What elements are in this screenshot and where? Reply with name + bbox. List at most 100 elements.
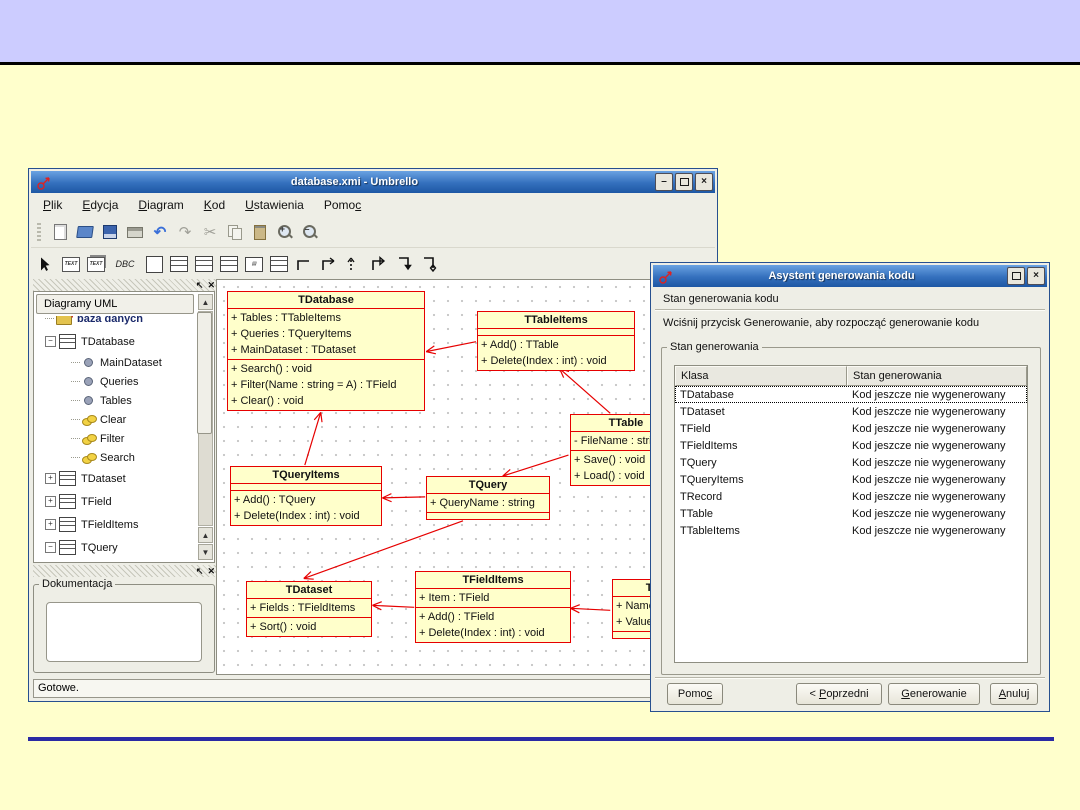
- expander-minus-icon[interactable]: −: [45, 542, 56, 553]
- expander-minus-icon[interactable]: −: [45, 336, 56, 347]
- dock-float-icon[interactable]: ↖: [196, 567, 204, 576]
- generation-table-rows: TDatabaseKod jeszcze nie wygenerowanyTDa…: [675, 386, 1027, 539]
- help-button[interactable]: Pomoc: [667, 683, 723, 705]
- tree-item-queries[interactable]: Queries: [37, 372, 196, 391]
- generation-table[interactable]: KlasaStan generowania TDatabaseKod jeszc…: [674, 365, 1028, 663]
- class-operations-section: + Sort() : void: [247, 618, 371, 636]
- dock-close-icon[interactable]: ✕: [207, 281, 215, 290]
- maximize-button[interactable]: [1007, 267, 1025, 285]
- diagram-canvas[interactable]: TDatabase+ Tables : TTableItems+ Queries…: [216, 279, 715, 675]
- back-button[interactable]: < Poprzedni: [796, 683, 882, 705]
- table-row-trecord[interactable]: TRecordKod jeszcze nie wygenerowany: [675, 488, 1027, 505]
- tree-item-tquery[interactable]: −TQuery: [37, 536, 196, 559]
- table-row-tdataset[interactable]: TDatasetKod jeszcze nie wygenerowany: [675, 403, 1027, 420]
- tree-item-maindataset[interactable]: MainDataset: [37, 353, 196, 372]
- print-icon[interactable]: [126, 223, 144, 241]
- association-tool-icon[interactable]: [295, 255, 313, 273]
- tree-item-tdatabase[interactable]: −TDatabase: [37, 330, 196, 353]
- menu-pomoc[interactable]: Pomoc: [324, 198, 361, 212]
- table-row-ttable[interactable]: TTableKod jeszcze nie wygenerowany: [675, 505, 1027, 522]
- uml-class-ttableitems[interactable]: TTableItems+ Add() : TTable+ Delete(Inde…: [477, 311, 635, 371]
- tree-header-diagramy-uml[interactable]: Diagramy UML: [36, 294, 194, 314]
- table-row-tfielditems[interactable]: TFieldItemsKod jeszcze nie wygenerowany: [675, 437, 1027, 454]
- expander-plus-icon[interactable]: +: [45, 473, 56, 484]
- toolbar-grip[interactable]: [37, 223, 41, 241]
- documentation-textarea[interactable]: [46, 602, 202, 662]
- dialog-titlebar[interactable]: Asystent generowania kodu ×: [653, 265, 1047, 287]
- expander-plus-icon[interactable]: +: [45, 519, 56, 530]
- class-ops-tool-icon[interactable]: [220, 255, 238, 273]
- text-tool-icon[interactable]: TEXT: [62, 255, 80, 273]
- generate-button[interactable]: Generowanie: [888, 683, 980, 705]
- menu-kod[interactable]: Kod: [204, 198, 225, 212]
- table-row-tdatabase[interactable]: TDatabaseKod jeszcze nie wygenerowany: [675, 386, 1027, 403]
- undo-icon[interactable]: ↶: [151, 223, 169, 241]
- uml-class-tquery[interactable]: TQuery+ QueryName : string: [426, 476, 550, 520]
- note-tool-icon[interactable]: TEXT: [87, 255, 105, 273]
- open-file-icon[interactable]: [76, 223, 94, 241]
- class-member: + Tables : TTableItems: [228, 310, 424, 326]
- zoom-in-icon[interactable]: +: [276, 223, 294, 241]
- zoom-out-icon[interactable]: –: [301, 223, 319, 241]
- tree-item-filter[interactable]: Filter: [37, 429, 196, 448]
- tree-item-tdataset[interactable]: +TDataset: [37, 467, 196, 490]
- tree-item-tfielditems[interactable]: +TFieldItems: [37, 513, 196, 536]
- uml-class-tfielditems[interactable]: TFieldItems+ Item : TField+ Add() : TFie…: [415, 571, 571, 643]
- dock-float-icon[interactable]: ↖: [196, 281, 204, 290]
- scroll-down-button[interactable]: ▼: [198, 544, 213, 560]
- table-row-ttableitems[interactable]: TTableItemsKod jeszcze nie wygenerowany: [675, 522, 1027, 539]
- class-tool-icon[interactable]: [170, 255, 188, 273]
- class-name-cell: TQueryItems: [675, 474, 847, 486]
- column-header-klasa[interactable]: Klasa: [675, 366, 847, 386]
- copy-icon[interactable]: [226, 223, 244, 241]
- umbrello-logo-icon: [658, 268, 675, 285]
- select-tool-icon[interactable]: [37, 255, 55, 273]
- tree-item-baza-danych[interactable]: baza danych: [37, 316, 196, 330]
- tree-item-tfield[interactable]: +TField: [37, 490, 196, 513]
- uniassociation-tool-icon[interactable]: [320, 255, 338, 273]
- maximize-button[interactable]: [675, 173, 693, 191]
- tree-scrollbar-thumb[interactable]: [197, 312, 212, 434]
- box-tool-icon[interactable]: [145, 255, 163, 273]
- close-button[interactable]: ×: [695, 173, 713, 191]
- composition-tool-icon[interactable]: [395, 255, 413, 273]
- close-button[interactable]: ×: [1027, 267, 1045, 285]
- menu-ustawienia[interactable]: Ustawienia: [245, 198, 304, 212]
- enum-tool-icon[interactable]: [270, 255, 288, 273]
- tree-item-tables[interactable]: Tables: [37, 391, 196, 410]
- attribute-icon: [84, 358, 93, 367]
- scroll-up-button-2[interactable]: ▲: [198, 527, 213, 543]
- menu-plik[interactable]: Plik: [43, 198, 62, 212]
- uml-class-tdatabase[interactable]: TDatabase+ Tables : TTableItems+ Queries…: [227, 291, 425, 411]
- cut-icon[interactable]: ✂: [201, 223, 219, 241]
- tree-item-clear[interactable]: Clear: [37, 410, 196, 429]
- docs-dock-handle[interactable]: ↖ ✕: [33, 565, 218, 577]
- class-name: TFieldItems: [416, 572, 570, 589]
- redo-icon[interactable]: ↷: [176, 223, 194, 241]
- interface-tool-icon[interactable]: ▤: [245, 255, 263, 273]
- dependency-tool-icon[interactable]: [345, 255, 363, 273]
- uml-class-tdataset[interactable]: TDataset+ Fields : TFieldItems+ Sort() :…: [246, 581, 372, 637]
- tree-item-search[interactable]: Search: [37, 448, 196, 467]
- table-row-tqueryitems[interactable]: TQueryItemsKod jeszcze nie wygenerowany: [675, 471, 1027, 488]
- new-file-icon[interactable]: [51, 223, 69, 241]
- paste-icon[interactable]: [251, 223, 269, 241]
- generalization-tool-icon[interactable]: [370, 255, 388, 273]
- dock-close-icon[interactable]: ✕: [207, 567, 215, 576]
- menu-edycja[interactable]: Edycja: [82, 198, 118, 212]
- table-row-tfield[interactable]: TFieldKod jeszcze nie wygenerowany: [675, 420, 1027, 437]
- menu-diagram[interactable]: Diagram: [138, 198, 183, 212]
- expander-plus-icon[interactable]: +: [45, 496, 56, 507]
- save-icon[interactable]: [101, 223, 119, 241]
- minimize-button[interactable]: –: [655, 173, 673, 191]
- datatype-tool-icon[interactable]: DBC: [112, 255, 138, 273]
- umbrello-titlebar[interactable]: database.xmi - Umbrello – ×: [31, 171, 715, 193]
- column-header-stan-generowania[interactable]: Stan generowania: [847, 366, 1027, 386]
- tree-dock-handle[interactable]: ↖ ✕: [33, 279, 218, 291]
- cancel-button[interactable]: Anuluj: [990, 683, 1038, 705]
- uml-class-tqueryitems[interactable]: TQueryItems+ Add() : TQuery+ Delete(Inde…: [230, 466, 382, 526]
- aggregation-tool-icon[interactable]: [420, 255, 438, 273]
- scroll-up-button[interactable]: ▲: [198, 294, 213, 310]
- class-attrs-tool-icon[interactable]: [195, 255, 213, 273]
- table-row-tquery[interactable]: TQueryKod jeszcze nie wygenerowany: [675, 454, 1027, 471]
